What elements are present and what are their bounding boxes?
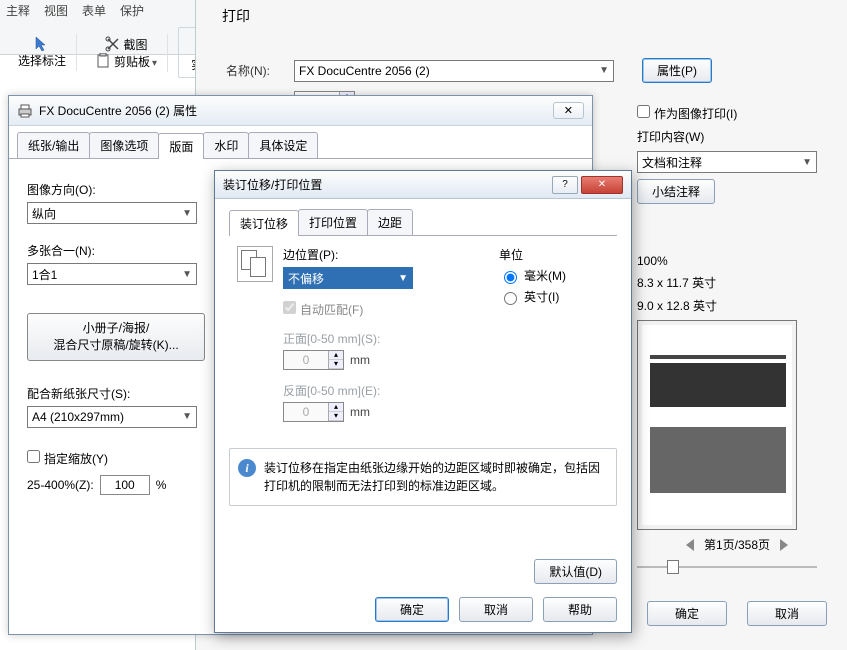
print-title: 打印: [222, 6, 250, 26]
paper-size-1: 8.3 x 11.7 英寸: [637, 274, 837, 291]
unit-mm-label: 毫米(M): [524, 267, 566, 284]
chevron-down-icon: ▼: [599, 65, 609, 76]
edge-position-label: 边位置(P):: [283, 246, 475, 263]
scissors-icon: [105, 36, 121, 52]
info-icon: i: [238, 459, 256, 477]
booklet-line1: 小册子/海报/: [83, 321, 150, 335]
fit-value: A4 (210x297mm): [32, 410, 124, 424]
edge-position-select[interactable]: 不偏移 ▼: [283, 267, 413, 289]
spin-down-icon: ▾: [329, 360, 343, 369]
tab-image-options[interactable]: 图像选项: [89, 132, 159, 158]
ribbon-tab[interactable]: 主释: [6, 2, 30, 19]
print-ok-button[interactable]: 确定: [647, 601, 727, 626]
content-label: 打印内容(W): [637, 128, 837, 145]
nup-value: 1合1: [32, 266, 57, 283]
ribbon-tab[interactable]: 表单: [82, 2, 106, 19]
tab-detail-settings[interactable]: 具体设定: [248, 132, 318, 158]
front-input: [284, 351, 328, 369]
tab-print-position[interactable]: 打印位置: [298, 209, 368, 235]
page-indicator: 第1页/358页: [704, 536, 770, 553]
chevron-down-icon: ▼: [182, 411, 192, 422]
select-annotation-label[interactable]: 选择标注: [18, 52, 66, 69]
help-icon[interactable]: ?: [552, 176, 578, 194]
front-spinner: ▴▾: [283, 350, 344, 370]
page-pair-icon: [237, 246, 273, 282]
close-icon[interactable]: ✕: [581, 176, 623, 194]
spin-down-icon: ▾: [329, 412, 343, 421]
clipboard-icon: [95, 53, 111, 69]
printer-icon: [17, 104, 33, 118]
defaults-button[interactable]: 默认值(D): [534, 559, 617, 584]
orientation-value: 纵向: [32, 205, 56, 222]
unit-in-radio[interactable]: [504, 292, 517, 305]
as-image-checkbox[interactable]: [637, 105, 650, 118]
booklet-line2: 混合尺寸原稿/旋转(K)...: [53, 338, 178, 352]
front-label: 正面[0-50 mm](S):: [283, 330, 475, 347]
bind-ok-button[interactable]: 确定: [375, 597, 449, 622]
cursor-icon: [34, 36, 50, 52]
zoom-slider[interactable]: [637, 561, 817, 573]
tab-watermark[interactable]: 水印: [203, 132, 249, 158]
chevron-down-icon: ▼: [182, 208, 192, 219]
percent-label: %: [156, 478, 167, 492]
next-page-icon[interactable]: [780, 539, 788, 551]
auto-match-label: 自动匹配(F): [300, 303, 363, 317]
tab-binding-offset[interactable]: 装订位移: [229, 210, 299, 236]
scale-range-label: 25-400%(Z):: [27, 478, 94, 492]
mm-label: mm: [350, 353, 370, 367]
screenshot-label[interactable]: 截图: [124, 36, 148, 53]
scale-input[interactable]: [100, 475, 150, 495]
ribbon-tab[interactable]: 视图: [44, 2, 68, 19]
zoom-label: 100%: [637, 254, 837, 268]
content-select-value: 文档和注释: [642, 154, 702, 171]
ribbon-group-clip: 截图 剪贴板: [85, 34, 168, 72]
ribbon-group-select: 选择标注: [8, 34, 77, 71]
printer-select-value: FX DocuCentre 2056 (2): [299, 64, 430, 78]
booklet-button[interactable]: 小册子/海报/ 混合尺寸原稿/旋转(K)...: [27, 313, 205, 361]
slider-thumb[interactable]: [667, 560, 679, 574]
printer-name-label: 名称(N):: [226, 62, 286, 79]
back-spinner: ▴▾: [283, 402, 344, 422]
paper-size-2: 9.0 x 12.8 英寸: [637, 297, 837, 314]
orientation-select[interactable]: 纵向 ▼: [27, 202, 197, 224]
custom-zoom-label: 指定缩放(Y): [44, 452, 108, 466]
prev-page-icon[interactable]: [686, 539, 694, 551]
clipboard-label[interactable]: 剪贴板: [114, 53, 157, 70]
auto-match-checkbox: [283, 301, 296, 314]
tab-paper-output[interactable]: 纸张/输出: [17, 132, 90, 158]
summary-button[interactable]: 小结注释: [637, 179, 715, 204]
chevron-down-icon: ▼: [802, 157, 812, 168]
print-preview: [637, 320, 797, 530]
properties-button[interactable]: 属性(P): [642, 58, 712, 83]
back-label: 反面[0-50 mm](E):: [283, 382, 475, 399]
info-box: i 装订位移在指定由纸张边缘开始的边距区域时即被确定，包括因打印机的限制而无法打…: [229, 448, 617, 506]
printer-select[interactable]: FX DocuCentre 2056 (2) ▼: [294, 60, 614, 82]
back-input: [284, 403, 328, 421]
mm-label: mm: [350, 405, 370, 419]
print-right-column: 作为图像打印(I) 打印内容(W) 文档和注释 ▼ 小结注释 100% 8.3 x…: [637, 105, 837, 626]
bind-title: 装订位移/打印位置: [223, 176, 322, 193]
props-close-button[interactable]: ✕: [553, 102, 584, 119]
props-tabs: 纸张/输出 图像选项 版面 水印 具体设定: [9, 132, 592, 159]
info-text: 装订位移在指定由纸张边缘开始的边距区域时即被确定，包括因打印机的限制而无法打印到…: [264, 461, 600, 493]
ribbon-tab[interactable]: 保护: [120, 2, 144, 19]
bind-help-button[interactable]: 帮助: [543, 597, 617, 622]
chevron-down-icon: ▼: [182, 269, 192, 280]
tab-layout[interactable]: 版面: [158, 133, 204, 159]
unit-mm-radio[interactable]: [504, 271, 517, 284]
tab-margins[interactable]: 边距: [367, 209, 413, 235]
unit-label: 单位: [499, 246, 609, 263]
fit-select[interactable]: A4 (210x297mm) ▼: [27, 406, 197, 428]
bind-cancel-button[interactable]: 取消: [459, 597, 533, 622]
as-image-label: 作为图像打印(I): [654, 107, 737, 121]
chevron-down-icon: ▼: [398, 273, 408, 284]
custom-zoom-checkbox[interactable]: [27, 450, 40, 463]
binding-offset-dialog: 装订位移/打印位置 ? ✕ 装订位移 打印位置 边距 边位置(P): 不偏移 ▼: [214, 170, 632, 633]
props-title: FX DocuCentre 2056 (2) 属性: [39, 102, 197, 119]
content-select[interactable]: 文档和注释 ▼: [637, 151, 817, 173]
print-cancel-button[interactable]: 取消: [747, 601, 827, 626]
nup-select[interactable]: 1合1 ▼: [27, 263, 197, 285]
edge-position-value: 不偏移: [288, 270, 324, 287]
unit-in-label: 英寸(I): [524, 288, 559, 305]
